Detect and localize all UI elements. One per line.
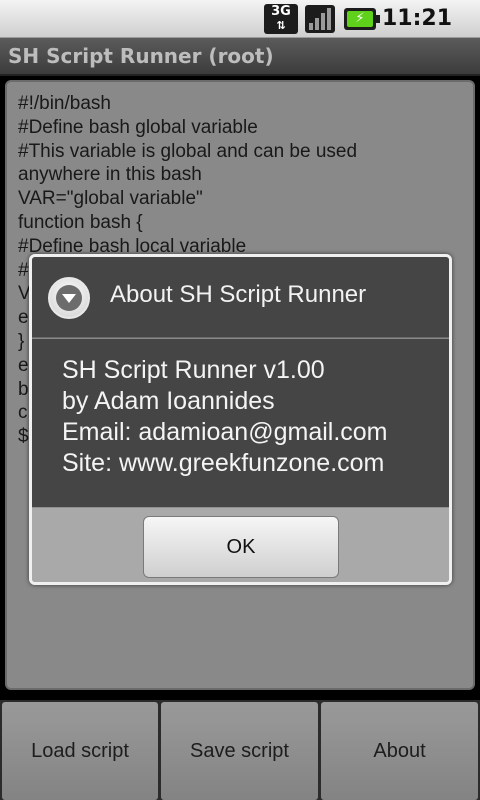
dialog-line-email: Email: adamioan@gmail.com: [62, 418, 388, 446]
dialog-body: SH Script Runner v1.00 by Adam Ioannides…: [32, 339, 449, 507]
status-bar: 3G ⇅ ⚡ 11:21 AM: [0, 0, 480, 54]
ok-button[interactable]: OK: [143, 516, 339, 578]
dialog-line-version: SH Script Runner v1.00: [62, 356, 325, 384]
app-title-bar: SH Script Runner (root): [0, 38, 480, 76]
network-label: 3G: [271, 4, 291, 19]
dialog-footer: OK: [32, 507, 449, 582]
dialog-info-icon: [48, 277, 90, 319]
data-activity-icon: ⇅: [276, 19, 286, 32]
dialog-line-site: Site: www.greekfunzone.com: [62, 449, 385, 477]
dialog-header: About SH Script Runner: [32, 257, 449, 338]
dialog-title: About SH Script Runner: [110, 281, 367, 308]
about-dialog: About SH Script Runner SH Script Runner …: [29, 254, 452, 585]
signal-strength-icon: [305, 5, 335, 33]
dialog-line-author: by Adam Ioannides: [62, 387, 275, 415]
network-3g-icon: 3G ⇅: [264, 4, 298, 34]
battery-charging-icon: ⚡: [344, 8, 380, 30]
app-title: SH Script Runner (root): [8, 44, 274, 68]
clock-time: 11:21: [382, 6, 453, 31]
